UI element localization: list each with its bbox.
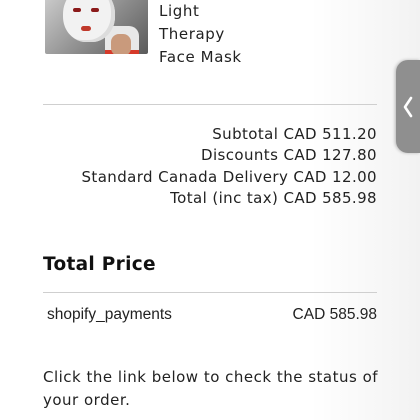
product-name-line: Therapy <box>159 25 225 43</box>
payment-method: shopify_payments <box>47 306 172 323</box>
subtotal-line: Subtotal CAD 511.20 <box>212 125 377 143</box>
order-status-note: Click the link below to check the status… <box>43 368 379 409</box>
product-name-line: Face Mask <box>159 48 242 66</box>
mask-lip <box>81 26 91 31</box>
section-divider <box>43 104 377 105</box>
product-name: Light Therapy Face Mask <box>159 0 242 69</box>
product-name-line: Light <box>159 2 200 20</box>
hand-shape <box>111 34 131 54</box>
total-divider <box>43 292 377 293</box>
mask-eye-right <box>91 8 99 12</box>
mask-eye-left <box>73 8 81 12</box>
payment-amount: CAD 585.98 <box>292 306 377 323</box>
delivery-line: Standard Canada Delivery CAD 12.00 <box>81 167 377 186</box>
payment-row: shopify_payments CAD 585.98 <box>47 306 377 324</box>
order-summary: Subtotal CAD 511.20 Discounts CAD 127.80… <box>82 124 377 209</box>
side-panel-tab[interactable] <box>396 60 420 153</box>
total-line: Total (inc tax) CAD 585.98 <box>170 188 377 207</box>
product-image <box>45 0 148 54</box>
chevron-left-icon <box>403 96 413 117</box>
total-price-heading: Total Price <box>43 254 156 275</box>
discounts-line: Discounts CAD 127.80 <box>201 146 377 165</box>
